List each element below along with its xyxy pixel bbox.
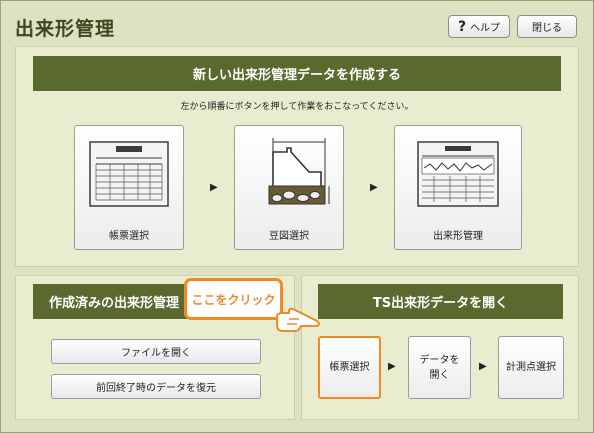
step-form-select-button[interactable]: 帳票選択 <box>74 125 184 250</box>
form-sheet-icon <box>89 141 169 207</box>
app-window: 出来形管理 ? ヘルプ 閉じる 新しい出来形管理データを作成する 左から順番にボ… <box>0 0 594 433</box>
open-file-button[interactable]: ファイルを開く <box>51 339 261 364</box>
ts-open-data-button[interactable]: データを 開く <box>408 336 471 399</box>
arrow-icon: ▶ <box>479 361 487 372</box>
step-form-select-label: 帳票選択 <box>109 231 149 242</box>
ts-form-select-button[interactable]: 帳票選択 <box>318 336 381 399</box>
help-button[interactable]: ? ヘルプ <box>448 15 510 38</box>
pointing-hand-icon <box>276 307 320 332</box>
cross-section-diagram-icon <box>268 138 330 205</box>
click-here-callout: ここをクリック <box>184 278 283 320</box>
restore-data-button[interactable]: 前回終了時のデータを復元 <box>51 374 261 399</box>
arrow-icon: ▶ <box>388 361 396 372</box>
arrow-icon: ▶ <box>370 182 378 193</box>
instruction-text: 左から順番にボタンを押して作業をおこなってください。 <box>180 102 414 112</box>
step-management-button[interactable]: 出来形管理 <box>394 125 522 250</box>
step-diagram-select-button[interactable]: 豆図選択 <box>234 125 344 250</box>
ts-point-select-button[interactable]: 計測点選択 <box>498 336 564 399</box>
ts-banner: TS出来形データを開く <box>318 284 563 319</box>
chart-sheet-icon <box>417 141 499 207</box>
step-management-label: 出来形管理 <box>433 231 483 242</box>
close-button[interactable]: 閉じる <box>517 15 577 38</box>
help-button-label: ヘルプ <box>470 23 501 34</box>
arrow-icon: ▶ <box>210 182 218 193</box>
help-icon: ? <box>457 18 467 35</box>
create-banner: 新しい出来形管理データを作成する <box>33 56 561 91</box>
step-diagram-select-label: 豆図選択 <box>269 231 309 242</box>
window-title: 出来形管理 <box>15 18 116 40</box>
